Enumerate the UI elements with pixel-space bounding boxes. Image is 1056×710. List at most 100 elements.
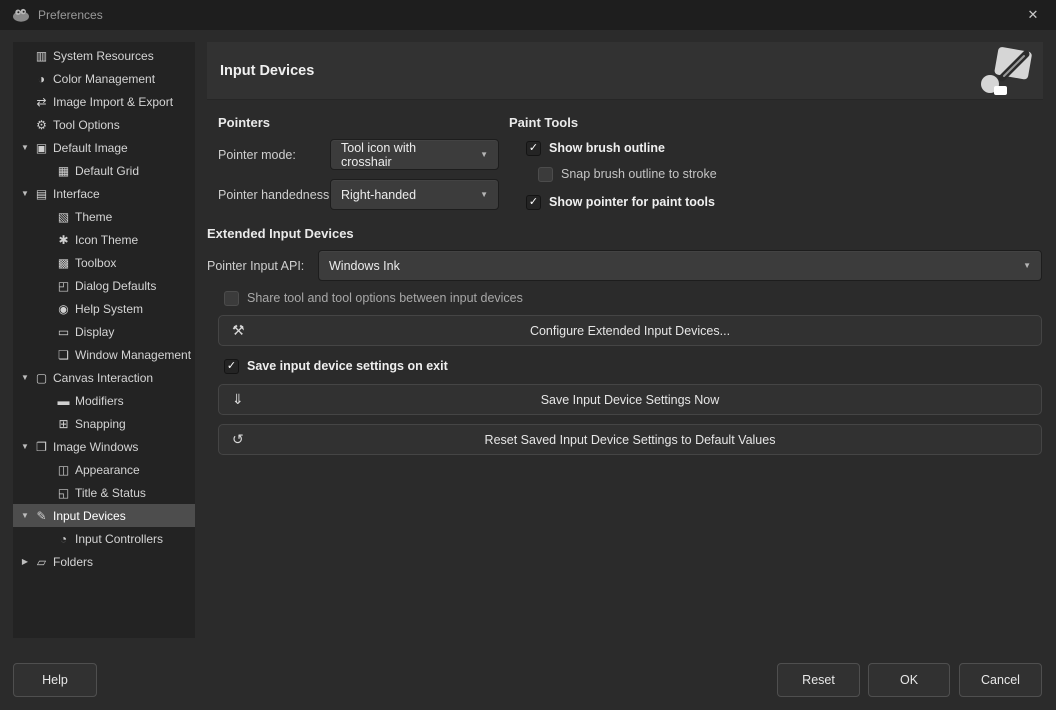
canvas-interaction-icon: ▢ [32,371,51,385]
sidebar-item-appearance[interactable]: ◫ Appearance [13,458,195,481]
extended-input-devices-heading: Extended Input Devices [207,226,354,241]
expander-icon[interactable]: ▼ [13,143,32,152]
button-label: Reset Saved Input Device Settings to Def… [485,433,776,447]
page-header: Input Devices [207,42,1043,100]
window-management-icon: ❏ [54,348,73,362]
button-label: Save Input Device Settings Now [541,393,720,407]
close-icon[interactable]: ✕ [1010,0,1056,30]
checkbox-show-pointer-paint-tools[interactable]: ✓ Show pointer for paint tools [526,192,715,212]
sidebar-item-label: Toolbox [75,256,116,270]
configure-extended-input-devices-button[interactable]: ⚒ Configure Extended Input Devices... [218,315,1042,346]
checkbox-label: Show brush outline [549,141,665,155]
ok-button[interactable]: OK [868,663,950,697]
sidebar-item-toolbox[interactable]: ▩ Toolbox [13,251,195,274]
sidebar-item-theme[interactable]: ▧ Theme [13,205,195,228]
sidebar-item-color-management[interactable]: ◑ Color Management [13,67,195,90]
image-import-export-icon: ⇄ [32,95,51,109]
input-devices-panel: Pointers Pointer mode: Tool icon with cr… [207,100,1043,638]
chevron-down-icon: ▼ [470,190,488,199]
expander-icon[interactable]: ▶ [13,557,32,566]
checkbox-label: Snap brush outline to stroke [561,167,717,181]
reset-saved-input-device-settings-button[interactable]: ↺ Reset Saved Input Device Settings to D… [218,424,1042,455]
checkbox-box: ✓ [526,195,541,210]
interface-icon: ▤ [32,187,51,201]
default-grid-icon: ▦ [54,164,73,178]
sidebar-item-tool-options[interactable]: ⚙ Tool Options [13,113,195,136]
checkbox-show-brush-outline[interactable]: ✓ Show brush outline [526,138,665,158]
save-input-device-settings-button[interactable]: ⇓ Save Input Device Settings Now [218,384,1042,415]
sidebar-item-image-windows[interactable]: ▼ ❐ Image Windows [13,435,195,458]
sidebar-item-input-devices[interactable]: ▼ ✎ Input Devices [13,504,195,527]
sidebar-item-label: Tool Options [53,118,120,132]
help-button[interactable]: Help [13,663,97,697]
pointer-handedness-value: Right-handed [341,188,416,202]
modifiers-icon: ▬ [54,394,73,408]
sidebar-item-label: Title & Status [75,486,146,500]
image-windows-icon: ❐ [32,440,51,454]
sidebar-item-default-grid[interactable]: ▦ Default Grid [13,159,195,182]
pointer-input-api-dropdown[interactable]: Windows Ink ▼ [318,250,1042,281]
pointer-input-api-value: Windows Ink [329,259,400,273]
sidebar-item-image-import-export[interactable]: ⇄ Image Import & Export [13,90,195,113]
display-icon: ▭ [54,325,73,339]
sidebar-item-input-controllers[interactable]: ◔ Input Controllers [13,527,195,550]
checkbox-box: ✓ [526,141,541,156]
sidebar-item-label: Appearance [75,463,140,477]
icon-theme-icon: ✱ [54,233,73,247]
expander-icon[interactable]: ▼ [13,189,32,198]
sidebar-item-display[interactable]: ▭ Display [13,320,195,343]
window-title: Preferences [38,8,103,22]
checkbox-share-tool-options[interactable]: ✓ Share tool and tool options between in… [224,288,523,308]
checkbox-box: ✓ [224,359,239,374]
folders-icon: ▱ [32,555,51,569]
checkbox-label: Share tool and tool options between inpu… [247,291,523,305]
appearance-icon: ◫ [54,463,73,477]
sidebar-item-system-resources[interactable]: ▥ System Resources [13,44,195,67]
sidebar-item-label: Image Windows [53,440,138,454]
sidebar-item-label: Folders [53,555,93,569]
cancel-button[interactable]: Cancel [959,663,1042,697]
check-icon: ✓ [529,143,538,154]
dialog-defaults-icon: ◰ [54,279,73,293]
sidebar-item-label: Interface [53,187,100,201]
reset-button[interactable]: Reset [777,663,860,697]
expander-icon[interactable]: ▼ [13,442,32,451]
sidebar-item-canvas-interaction[interactable]: ▼ ▢ Canvas Interaction [13,366,195,389]
expander-icon[interactable]: ▼ [13,511,32,520]
sidebar-item-modifiers[interactable]: ▬ Modifiers [13,389,195,412]
color-management-icon: ◑ [32,72,51,86]
pointer-handedness-dropdown[interactable]: Right-handed ▼ [330,179,499,210]
sidebar-item-label: System Resources [53,49,154,63]
pointer-mode-dropdown[interactable]: Tool icon with crosshair ▼ [330,139,499,170]
sidebar-item-title-status[interactable]: ◱ Title & Status [13,481,195,504]
checkbox-snap-brush-outline[interactable]: ✓ Snap brush outline to stroke [538,164,717,184]
sidebar-item-interface[interactable]: ▼ ▤ Interface [13,182,195,205]
sidebar-item-folders[interactable]: ▶ ▱ Folders [13,550,195,573]
paint-tools-heading: Paint Tools [509,115,578,130]
checkbox-box: ✓ [538,167,553,182]
checkbox-box: ✓ [224,291,239,306]
checkbox-save-settings-on-exit[interactable]: ✓ Save input device settings on exit [224,356,448,376]
sidebar-item-label: Input Devices [53,509,126,523]
sidebar-item-label: Default Grid [75,164,139,178]
titlebar: Preferences ✕ [0,0,1056,30]
sidebar-item-help-system[interactable]: ◉ Help System [13,297,195,320]
sidebar-item-label: Dialog Defaults [75,279,156,293]
preferences-tree: ▥ System Resources ◑ Color Management ⇄ … [13,42,195,638]
sidebar-item-label: Window Management [75,348,191,362]
sidebar-item-label: Theme [75,210,112,224]
sidebar-item-snapping[interactable]: ⊞ Snapping [13,412,195,435]
save-icon: ⇓ [232,391,244,408]
sidebar-item-default-image[interactable]: ▼ ▣ Default Image [13,136,195,159]
sidebar-item-icon-theme[interactable]: ✱ Icon Theme [13,228,195,251]
checkbox-label: Show pointer for paint tools [549,195,715,209]
expander-icon[interactable]: ▼ [13,373,32,382]
pointer-mode-value: Tool icon with crosshair [341,141,470,169]
sidebar-item-dialog-defaults[interactable]: ◰ Dialog Defaults [13,274,195,297]
sidebar-item-label: Snapping [75,417,126,431]
check-icon: ✓ [529,197,538,208]
sidebar-item-window-management[interactable]: ❏ Window Management [13,343,195,366]
wrench-icon: ⚒ [232,322,245,339]
system-resources-icon: ▥ [32,49,51,63]
sidebar-item-label: Image Import & Export [53,95,173,109]
